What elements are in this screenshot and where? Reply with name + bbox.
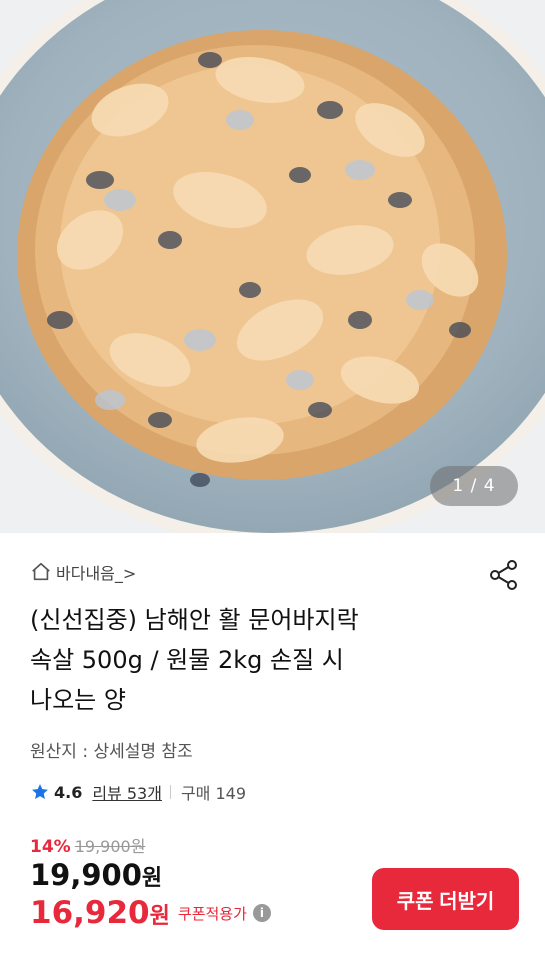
coupon-price: 16,920원 (30, 895, 170, 931)
product-title: (신선집중) 남해안 활 문어바지락 속살 500g / 원물 2kg 손질 시… (30, 600, 500, 720)
purchase-count: 구매 149 (180, 784, 247, 803)
coupon-price-value: 16,920 (30, 895, 150, 931)
sale-price-value: 19,900 (30, 858, 142, 892)
rating-score: 4.6 (54, 782, 83, 802)
get-coupon-button[interactable]: 쿠폰 더받기 (372, 868, 519, 930)
product-title-line: 속살 500g / 원물 2kg 손질 시 (30, 646, 344, 674)
origin-info: 원산지 : 상세설명 참조 (30, 742, 193, 762)
store-name: 바다내음_> (56, 564, 137, 583)
rating-row: 4.6 리뷰 53개 구매 149 (30, 780, 246, 804)
sale-price-unit: 원 (141, 866, 163, 891)
product-title-line: 나오는 양 (30, 686, 126, 714)
clam-bowl-illustration (0, 0, 545, 533)
image-pager: 1 / 4 (430, 466, 518, 506)
info-icon[interactable]: i (252, 904, 271, 922)
review-link[interactable]: 리뷰 53개 (92, 780, 162, 804)
coupon-price-row: 16,920원 쿠폰적용가 i (30, 895, 271, 931)
product-title-line: (신선집중) 남해안 활 문어바지락 (30, 606, 359, 634)
discount-row: 14% 19,900원 (30, 833, 145, 857)
original-price: 19,900원 (74, 837, 146, 856)
discount-percent: 14% (30, 837, 71, 857)
share-icon[interactable] (487, 558, 521, 592)
star-icon (32, 784, 48, 799)
home-icon (32, 562, 50, 581)
store-link[interactable]: 바다내음_> (30, 560, 136, 584)
coupon-price-unit: 원 (149, 904, 170, 929)
coupon-price-label: 쿠폰적용가 (177, 904, 247, 923)
divider (169, 785, 171, 799)
sale-price: 19,900원 (30, 858, 162, 892)
product-image[interactable]: 1 / 4 (0, 0, 545, 533)
